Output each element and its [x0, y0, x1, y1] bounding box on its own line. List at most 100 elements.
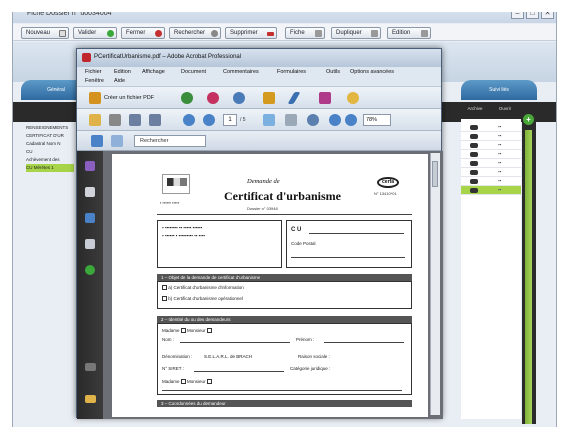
open-icon[interactable]: ▪▪	[498, 187, 501, 192]
table-row[interactable]: ▪▪	[461, 168, 521, 177]
archive-icon[interactable]	[470, 188, 478, 193]
archive-icon[interactable]	[470, 179, 478, 184]
menu-options-avancees[interactable]: Options avancées	[350, 69, 394, 75]
archive-icon[interactable]	[470, 143, 478, 148]
archive-icon[interactable]	[470, 125, 478, 130]
signatures-icon[interactable]	[85, 213, 95, 223]
checkbox[interactable]	[180, 379, 186, 385]
attachment-icon[interactable]	[85, 363, 96, 371]
edit-icon[interactable]	[85, 239, 95, 249]
open-icon[interactable]: ▪▪	[498, 160, 501, 165]
table-row[interactable]: ▪▪	[461, 150, 521, 159]
archive-icon[interactable]	[470, 170, 478, 175]
checkbox[interactable]	[162, 285, 167, 291]
madame-checkbox[interactable]	[180, 328, 186, 334]
email-icon[interactable]	[149, 114, 161, 126]
hide-panel-icon[interactable]	[91, 135, 103, 147]
table-row[interactable]: ▪▪	[461, 177, 521, 186]
tab-suivi[interactable]: Suivi liés	[461, 80, 537, 100]
prenom-input-line[interactable]	[324, 342, 404, 343]
archive-icon[interactable]	[470, 134, 478, 139]
review-icon[interactable]	[233, 92, 245, 104]
forms-icon[interactable]	[319, 92, 331, 104]
zoom-out-icon[interactable]	[329, 114, 341, 126]
table-row[interactable]: ▪▪	[461, 141, 521, 150]
table-row[interactable]: ▪▪	[461, 132, 521, 141]
rechercher-button[interactable]: Rechercher	[169, 27, 221, 39]
option-information[interactable]: a) Certificat d'urbanisme d'information	[162, 285, 244, 291]
table-row[interactable]: ▪▪	[461, 123, 521, 132]
fiche-button[interactable]: Fiche	[285, 27, 325, 39]
zoom-in-icon[interactable]	[345, 114, 357, 126]
monsieur-checkbox[interactable]	[206, 328, 212, 334]
siret-input-line[interactable]	[194, 371, 284, 372]
dupliquer-button[interactable]: Dupliquer	[331, 27, 381, 39]
sign-pen-icon[interactable]	[287, 92, 301, 104]
open-icon[interactable]: ▪▪	[498, 178, 501, 183]
comment-icon[interactable]	[347, 92, 359, 104]
menu-edition[interactable]: Edition	[114, 69, 131, 75]
page-number-input[interactable]: 1	[223, 114, 237, 126]
list-item[interactable]: CU	[26, 148, 74, 156]
list-item[interactable]: RENSEIGNEMENTS	[26, 124, 74, 132]
list-item[interactable]: CERTIFICAT D'UR	[26, 132, 74, 140]
edition-button[interactable]: Edition	[387, 27, 431, 39]
open-icon[interactable]: ▪▪	[498, 133, 501, 138]
valider-button[interactable]: Valider	[73, 27, 117, 39]
next-page-icon[interactable]	[203, 114, 215, 126]
open-icon[interactable]: ▪▪	[498, 151, 501, 156]
table-row[interactable]: ▪▪	[461, 159, 521, 168]
menu-commentaires[interactable]: Commentaires	[223, 69, 259, 75]
cu-input-line[interactable]	[309, 233, 404, 234]
supprimer-button[interactable]: Supprimer	[225, 27, 277, 39]
combine-icon[interactable]	[181, 92, 193, 104]
denomination-value[interactable]: S.E.L.A.R.L. de BRACH	[204, 354, 252, 359]
option-operationnel[interactable]: b) Certificat d'urbanisme opérationnel	[162, 296, 243, 302]
archive-icon[interactable]	[470, 152, 478, 157]
nom-input-line[interactable]	[180, 342, 290, 343]
date-input-line[interactable]	[291, 257, 405, 258]
nouveau-button[interactable]: Nouveau	[21, 27, 69, 39]
menu-affichage[interactable]: Affichage	[142, 69, 165, 75]
list-item-selected[interactable]: CU Mérétes 1	[26, 164, 74, 172]
list-item[interactable]: Cadastral Nom N	[26, 140, 74, 148]
layers-icon[interactable]	[85, 265, 95, 275]
fermer-button[interactable]: Fermer	[121, 27, 165, 39]
search-input[interactable]: Rechercher	[134, 135, 206, 147]
bookmarks-icon[interactable]	[85, 187, 95, 197]
close-panel-icon[interactable]	[111, 135, 123, 147]
scrollbar-thumb[interactable]	[432, 161, 438, 187]
open-icon[interactable]: ▪▪	[498, 142, 501, 147]
menu-formulaires[interactable]: Formulaires	[277, 69, 306, 75]
menu-outils[interactable]: Outils	[326, 69, 340, 75]
comments-icon[interactable]	[85, 395, 96, 403]
checkbox[interactable]	[162, 296, 167, 302]
create-pdf-button[interactable]: Créer un fichier PDF	[104, 95, 154, 101]
print-icon[interactable]	[109, 114, 121, 126]
menu-document[interactable]: Document	[181, 69, 206, 75]
add-button[interactable]: +	[523, 114, 534, 125]
save-icon[interactable]	[129, 114, 141, 126]
archive-icon[interactable]	[470, 161, 478, 166]
list-item[interactable]: Achèvement des	[26, 156, 74, 164]
select-tool-icon[interactable]	[263, 114, 275, 126]
bg-scroll-bar[interactable]	[525, 130, 532, 424]
menu-aide[interactable]: Aide	[114, 78, 125, 84]
menu-fenetre[interactable]: Fenêtre	[85, 78, 104, 84]
secure-lock-icon[interactable]	[263, 92, 275, 104]
open-icon[interactable]: ▪▪	[498, 169, 501, 174]
menu-fichier[interactable]: Fichier	[85, 69, 102, 75]
open-folder-icon[interactable]	[89, 114, 101, 126]
previous-page-icon[interactable]	[183, 114, 195, 126]
document-vertical-scrollbar[interactable]	[430, 153, 440, 415]
printer-icon	[315, 30, 322, 37]
open-icon[interactable]: ▪▪	[498, 124, 501, 129]
pages-icon[interactable]	[85, 161, 95, 171]
table-row-selected[interactable]: ▪▪	[461, 186, 521, 195]
zoom-level-select[interactable]: 78%	[363, 114, 391, 126]
create-pdf-icon[interactable]	[89, 92, 101, 104]
zoom-tool-icon[interactable]	[307, 114, 319, 126]
export-icon[interactable]	[207, 92, 219, 104]
hand-tool-icon[interactable]	[285, 114, 297, 126]
checkbox[interactable]	[206, 379, 212, 385]
